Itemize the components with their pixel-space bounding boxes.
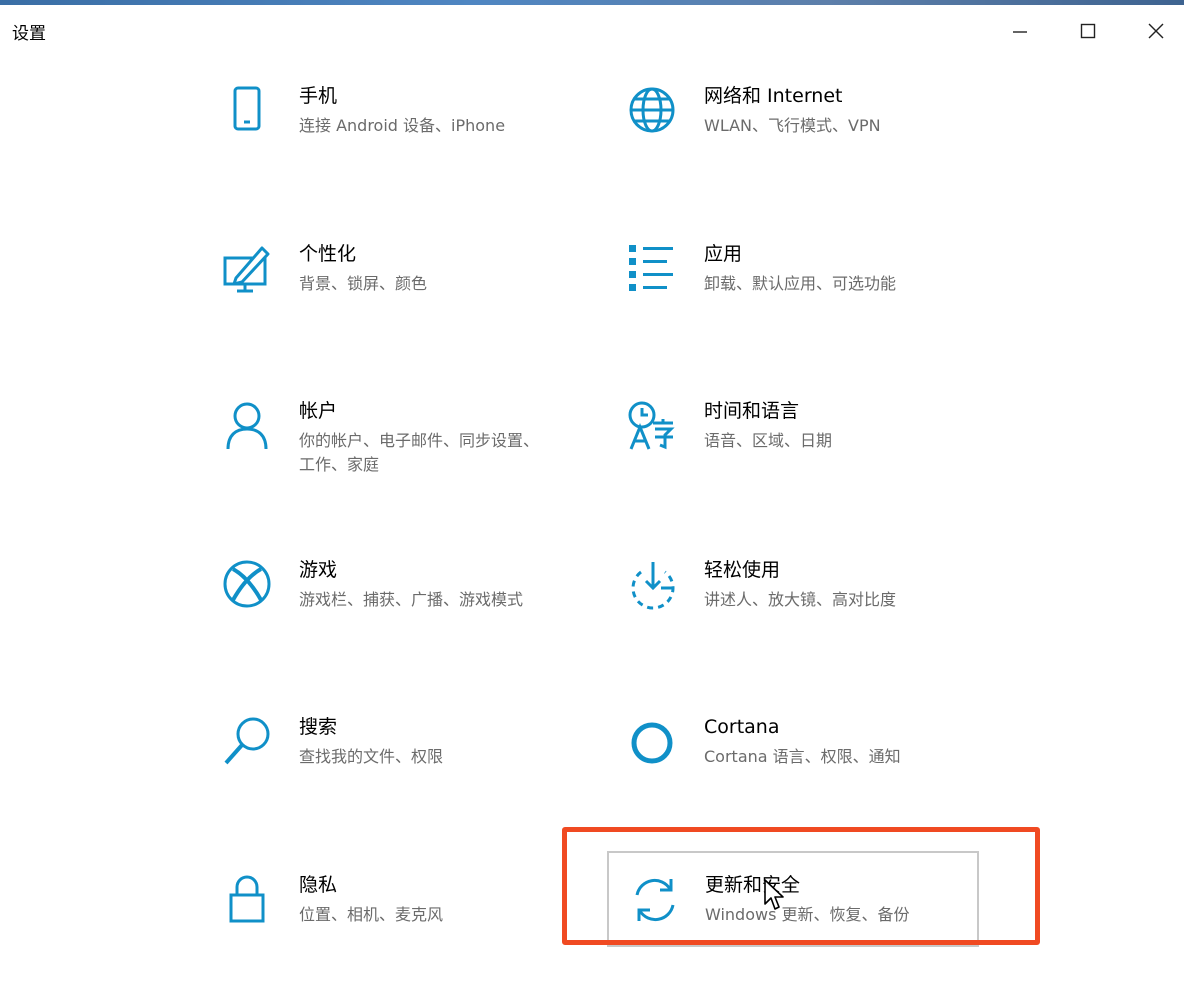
time-language-icon bbox=[627, 399, 679, 451]
tile-description: Cortana 语言、权限、通知 bbox=[704, 747, 901, 766]
search-icon bbox=[222, 715, 274, 767]
ease-of-access-icon bbox=[627, 558, 679, 610]
tile-time-language[interactable]: 时间和语言 语音、区域、日期 bbox=[627, 399, 999, 509]
maximize-icon bbox=[1080, 23, 1096, 39]
tile-description: 你的帐户、电子邮件、同步设置、工作、家庭 bbox=[299, 431, 540, 474]
close-button[interactable] bbox=[1126, 11, 1184, 51]
tile-description: WLAN、飞行模式、VPN bbox=[704, 116, 881, 135]
tile-phone[interactable]: 手机 连接 Android 设备、iPhone bbox=[222, 84, 594, 194]
tile-ease-of-access[interactable]: 轻松使用 讲述人、放大镜、高对比度 bbox=[627, 558, 999, 668]
tile-name: 网络和 Internet bbox=[704, 85, 843, 107]
tile-name: 轻松使用 bbox=[704, 559, 781, 581]
tile-name: Cortana bbox=[704, 716, 780, 738]
phone-icon bbox=[222, 84, 274, 136]
globe-icon bbox=[627, 84, 679, 136]
tile-name: 个性化 bbox=[299, 243, 357, 265]
apps-list-icon bbox=[627, 242, 679, 294]
cortana-icon bbox=[627, 715, 679, 767]
tile-gaming[interactable]: 游戏 游戏栏、捕获、广播、游戏模式 bbox=[222, 558, 594, 668]
tile-network[interactable]: 网络和 Internet WLAN、飞行模式、VPN bbox=[627, 84, 999, 194]
close-icon bbox=[1148, 23, 1164, 39]
tile-description: 背景、锁屏、颜色 bbox=[299, 274, 428, 293]
settings-window: 设置 手机 连接 Android 设备、iPhone 网络和 Internet … bbox=[0, 5, 1184, 947]
personalization-icon bbox=[222, 242, 274, 294]
maximize-button[interactable] bbox=[1058, 11, 1118, 51]
minimize-button[interactable] bbox=[990, 11, 1050, 51]
window-title: 设置 bbox=[12, 24, 46, 44]
person-icon bbox=[222, 399, 274, 451]
tile-name: 手机 bbox=[299, 85, 338, 107]
tile-description: 讲述人、放大镜、高对比度 bbox=[704, 590, 897, 609]
tile-description: 卸载、默认应用、可选功能 bbox=[704, 274, 897, 293]
tile-privacy[interactable]: 隐私 位置、相机、麦克风 bbox=[222, 873, 594, 983]
tile-name: 帐户 bbox=[299, 400, 338, 422]
tile-name: 游戏 bbox=[299, 559, 338, 581]
tile-search[interactable]: 搜索 查找我的文件、权限 bbox=[222, 715, 594, 825]
lock-icon bbox=[222, 873, 274, 925]
tile-accounts[interactable]: 帐户 你的帐户、电子邮件、同步设置、工作、家庭 bbox=[222, 399, 594, 509]
annotation-highlight-box bbox=[562, 827, 1040, 945]
tile-description: 连接 Android 设备、iPhone bbox=[299, 116, 506, 135]
tile-personalization[interactable]: 个性化 背景、锁屏、颜色 bbox=[222, 242, 594, 352]
xbox-icon bbox=[222, 558, 274, 610]
tile-name: 隐私 bbox=[299, 874, 338, 896]
tile-name: 应用 bbox=[704, 243, 743, 265]
tile-description: 位置、相机、麦克风 bbox=[299, 905, 444, 924]
mouse-cursor-icon bbox=[764, 879, 784, 910]
minimize-icon bbox=[1013, 31, 1027, 33]
tile-name: 搜索 bbox=[299, 716, 338, 738]
tile-description: 游戏栏、捕获、广播、游戏模式 bbox=[299, 590, 524, 609]
tile-apps[interactable]: 应用 卸载、默认应用、可选功能 bbox=[627, 242, 999, 352]
tile-description: 查找我的文件、权限 bbox=[299, 747, 444, 766]
tile-description: 语音、区域、日期 bbox=[704, 431, 833, 450]
tile-name: 时间和语言 bbox=[704, 400, 800, 422]
tile-cortana[interactable]: Cortana Cortana 语言、权限、通知 bbox=[627, 715, 999, 825]
